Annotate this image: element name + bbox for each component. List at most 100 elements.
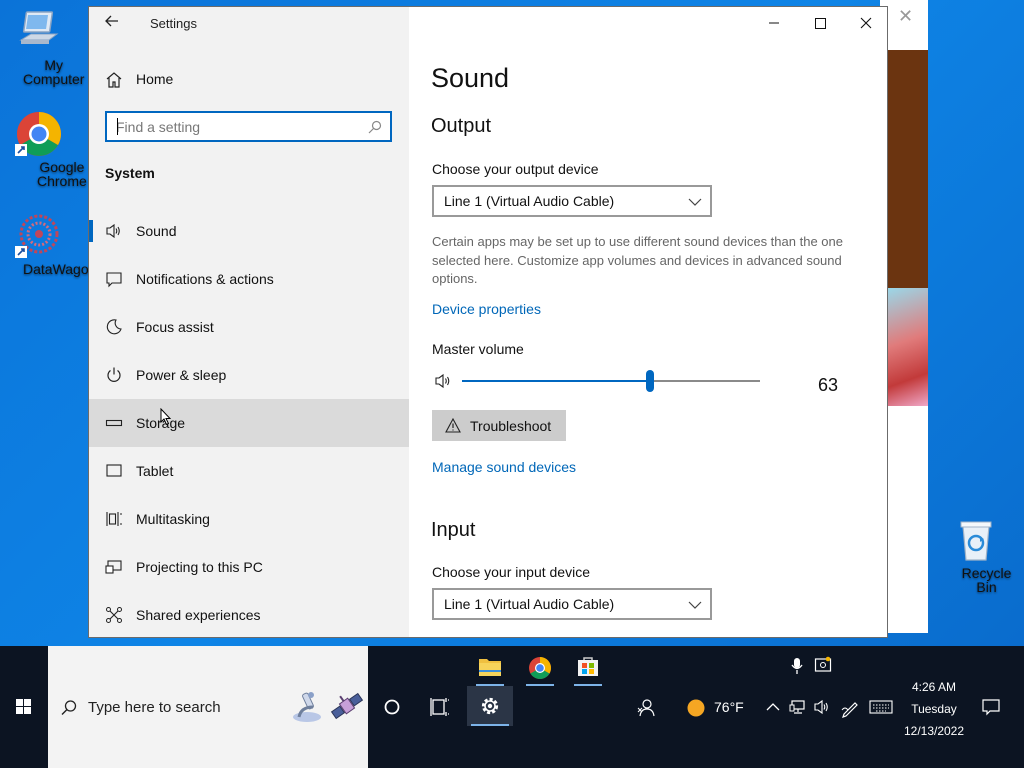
nav-item-tablet[interactable]: Tablet [89,447,409,495]
search-icon [368,120,382,139]
nav-item-shared-experiences[interactable]: Shared experiences [89,591,409,637]
task-view-button[interactable] [417,687,463,727]
nav-item-focus-assist[interactable]: Focus assist [89,303,409,351]
nav-item-notifications[interactable]: Notifications & actions [89,255,409,303]
volume-icon[interactable] [813,698,831,721]
minimize-button[interactable] [751,7,797,39]
chrome-icon [529,657,551,679]
search-icon [60,699,78,722]
nav-item-label: Notifications & actions [136,271,274,287]
computer-icon [15,8,63,56]
start-button[interactable] [0,686,48,728]
chevron-up-icon[interactable] [766,700,780,718]
nav-item-sound[interactable]: Sound [89,207,409,255]
output-device-value: Line 1 (Virtual Audio Cable) [444,193,615,209]
cortana-button[interactable] [369,687,415,727]
troubleshoot-button[interactable]: Troubleshoot [432,410,566,441]
slider-thumb[interactable] [646,370,654,392]
output-description: Certain apps may be set up to use differ… [432,234,843,286]
app-title: Settings [150,16,197,31]
clock-date: 12/13/2022 [903,724,965,738]
notification-center-icon[interactable] [981,697,1001,722]
close-icon[interactable]: ✕ [898,6,913,27]
chevron-down-icon [688,598,702,616]
power-icon [105,366,123,384]
speaker-icon[interactable] [435,373,453,394]
manage-sound-devices-link[interactable]: Manage sound devices [432,459,576,475]
microphone-icon[interactable] [790,656,804,681]
storage-icon [105,414,123,432]
folder-icon [479,659,501,676]
taskbar-settings-app[interactable] [467,686,513,726]
taskbar: Type here to search 76°F 4:26 AM Tuesday… [0,646,1024,768]
desktop-icon-my-computer[interactable]: My Computer [0,8,84,86]
projector-icon [105,558,123,576]
network-icon[interactable] [789,698,807,721]
nav-item-label: Multitasking [136,511,210,527]
taskbar-store[interactable] [568,650,608,686]
nav-item-label: Projecting to this PC [136,559,263,575]
pen-icon[interactable] [840,698,860,723]
running-indicator [574,684,602,686]
master-volume-slider[interactable] [462,369,760,393]
settings-window: Settings Home System Sound [88,6,888,638]
output-device-dropdown[interactable]: Line 1 (Virtual Audio Cable) [432,185,712,217]
tablet-icon [105,462,123,480]
keyboard-icon[interactable] [869,699,893,720]
task-view-icon [430,698,449,716]
recycle-bin-icon [951,516,999,564]
volume-value: 63 [818,375,839,395]
windows-logo-icon [16,699,31,714]
back-button[interactable] [101,13,123,33]
settings-sidebar: Settings Home System Sound [89,7,409,637]
troubleshoot-label: Troubleshoot [470,418,552,434]
chrome-icon [15,110,63,158]
running-indicator [471,724,509,726]
weather-sun-icon [686,698,706,723]
taskbar-search-box[interactable]: Type here to search [48,646,368,768]
speaker-icon [105,222,123,240]
nav-item-label: Focus assist [136,319,214,335]
warning-icon [445,417,461,438]
close-button[interactable] [843,7,887,39]
output-device-label: Choose your output device [432,161,599,177]
browser-content-image [888,50,928,288]
home-nav-item[interactable]: Home [89,63,409,97]
store-icon [578,657,598,676]
nav-item-multitasking[interactable]: Multitasking [89,495,409,543]
screen-capture-icon[interactable] [814,656,832,679]
weather-temperature[interactable]: 76°F [714,699,744,715]
desktop-icon-datawagon[interactable]: DataWagon... [0,212,108,276]
taskbar-chrome[interactable] [520,650,560,686]
nav-item-storage[interactable]: Storage [89,399,409,447]
input-device-dropdown[interactable]: Line 1 (Virtual Audio Cable) [432,588,712,620]
input-device-value: Line 1 (Virtual Audio Cable) [444,596,615,612]
input-device-label: Choose your input device [432,564,590,580]
close-icon [860,17,872,29]
running-indicator [526,684,554,686]
nav-item-power-sleep[interactable]: Power & sleep [89,351,409,399]
settings-nav-list: Sound Notifications & actions Focus assi… [89,207,409,637]
device-properties-link[interactable]: Device properties [432,301,541,317]
system-clock[interactable]: 4:26 AM Tuesday 12/13/2022 [900,676,968,742]
shared-icon [105,606,123,624]
desktop-icon-google-chrome[interactable]: Google Chrome [0,110,87,188]
title-bar: Settings [89,7,409,39]
desktop-icon-recycle-bin[interactable]: Recycle Bin [936,516,1014,594]
maximize-icon [815,18,826,29]
chevron-down-icon [688,195,702,213]
find-setting-input[interactable] [116,117,356,137]
maximize-button[interactable] [797,7,843,39]
settings-content: Sound Output Choose your output device L… [409,7,887,637]
people-icon[interactable] [636,698,656,723]
minimize-icon [769,22,779,24]
taskbar-file-explorer[interactable] [470,650,510,686]
clock-time: 4:26 AM [911,680,957,694]
mouse-cursor-icon [160,407,172,431]
nav-item-projecting[interactable]: Projecting to this PC [89,543,409,591]
microscope-icon [291,689,323,723]
find-setting-field[interactable] [105,111,392,142]
multitasking-icon [105,510,123,528]
selection-indicator [89,220,93,242]
master-volume-label: Master volume [432,341,524,357]
